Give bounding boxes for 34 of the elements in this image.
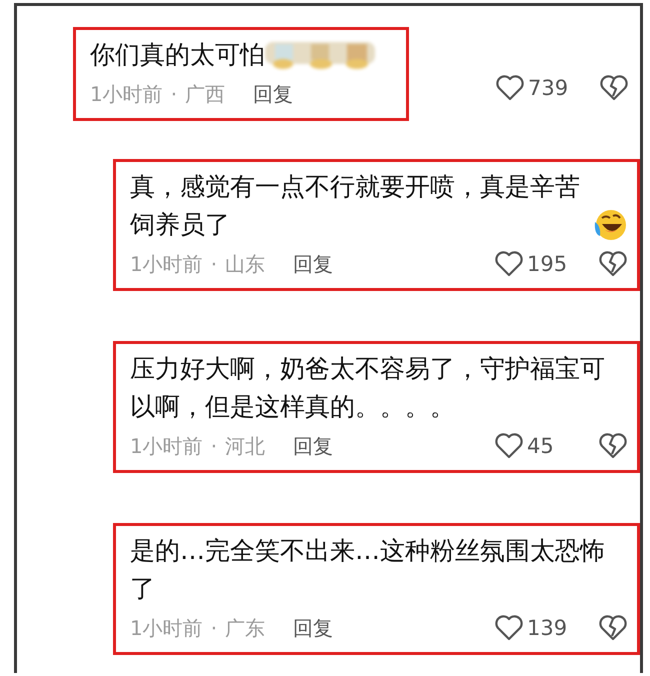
laughing-crying-emoji-icon: [593, 208, 627, 242]
blurred-emoji-icon: [265, 40, 375, 70]
like-icon[interactable]: [495, 433, 523, 459]
separator-dot: ·: [210, 434, 218, 458]
comment-text: 压力好大啊，奶爸太不容易了，守护福宝可以啊，但是这样真的。。。。: [130, 353, 606, 423]
broken-heart-icon[interactable]: [599, 251, 627, 277]
comment-location: 广东: [225, 614, 266, 642]
like-icon[interactable]: [495, 251, 523, 277]
comment-time: 1小时前: [130, 250, 203, 278]
broken-heart-icon[interactable]: [600, 75, 628, 101]
like-icon[interactable]: [495, 615, 523, 641]
reply-link[interactable]: 回复: [253, 80, 294, 108]
like-icon[interactable]: [496, 75, 524, 101]
comment-location: 广西: [185, 80, 226, 108]
comment-text: 你们真的太可怕: [90, 39, 265, 71]
broken-heart-icon[interactable]: [599, 615, 627, 641]
comment-location: 河北: [225, 432, 266, 460]
like-count: 45: [527, 434, 555, 458]
comment-location: 山东: [225, 250, 266, 278]
like-count: 739: [528, 76, 570, 100]
separator-dot: ·: [210, 252, 218, 276]
comment-text: 真，感觉有一点不行就要开喷，真是辛苦饲养员了: [130, 171, 581, 241]
comment-time: 1小时前: [130, 614, 203, 642]
comment-text: 是的…完全笑不出来…这种粉丝氛围太恐怖了: [130, 535, 606, 605]
reply-link[interactable]: 回复: [293, 250, 334, 278]
separator-dot: ·: [170, 82, 178, 106]
comment-time: 1小时前: [90, 80, 163, 108]
reply-link[interactable]: 回复: [293, 432, 334, 460]
separator-dot: ·: [210, 616, 218, 640]
reply-link[interactable]: 回复: [293, 614, 334, 642]
like-count: 139: [527, 616, 568, 640]
broken-heart-icon[interactable]: [599, 433, 627, 459]
like-count: 195: [527, 252, 568, 276]
comment-time: 1小时前: [130, 432, 203, 460]
